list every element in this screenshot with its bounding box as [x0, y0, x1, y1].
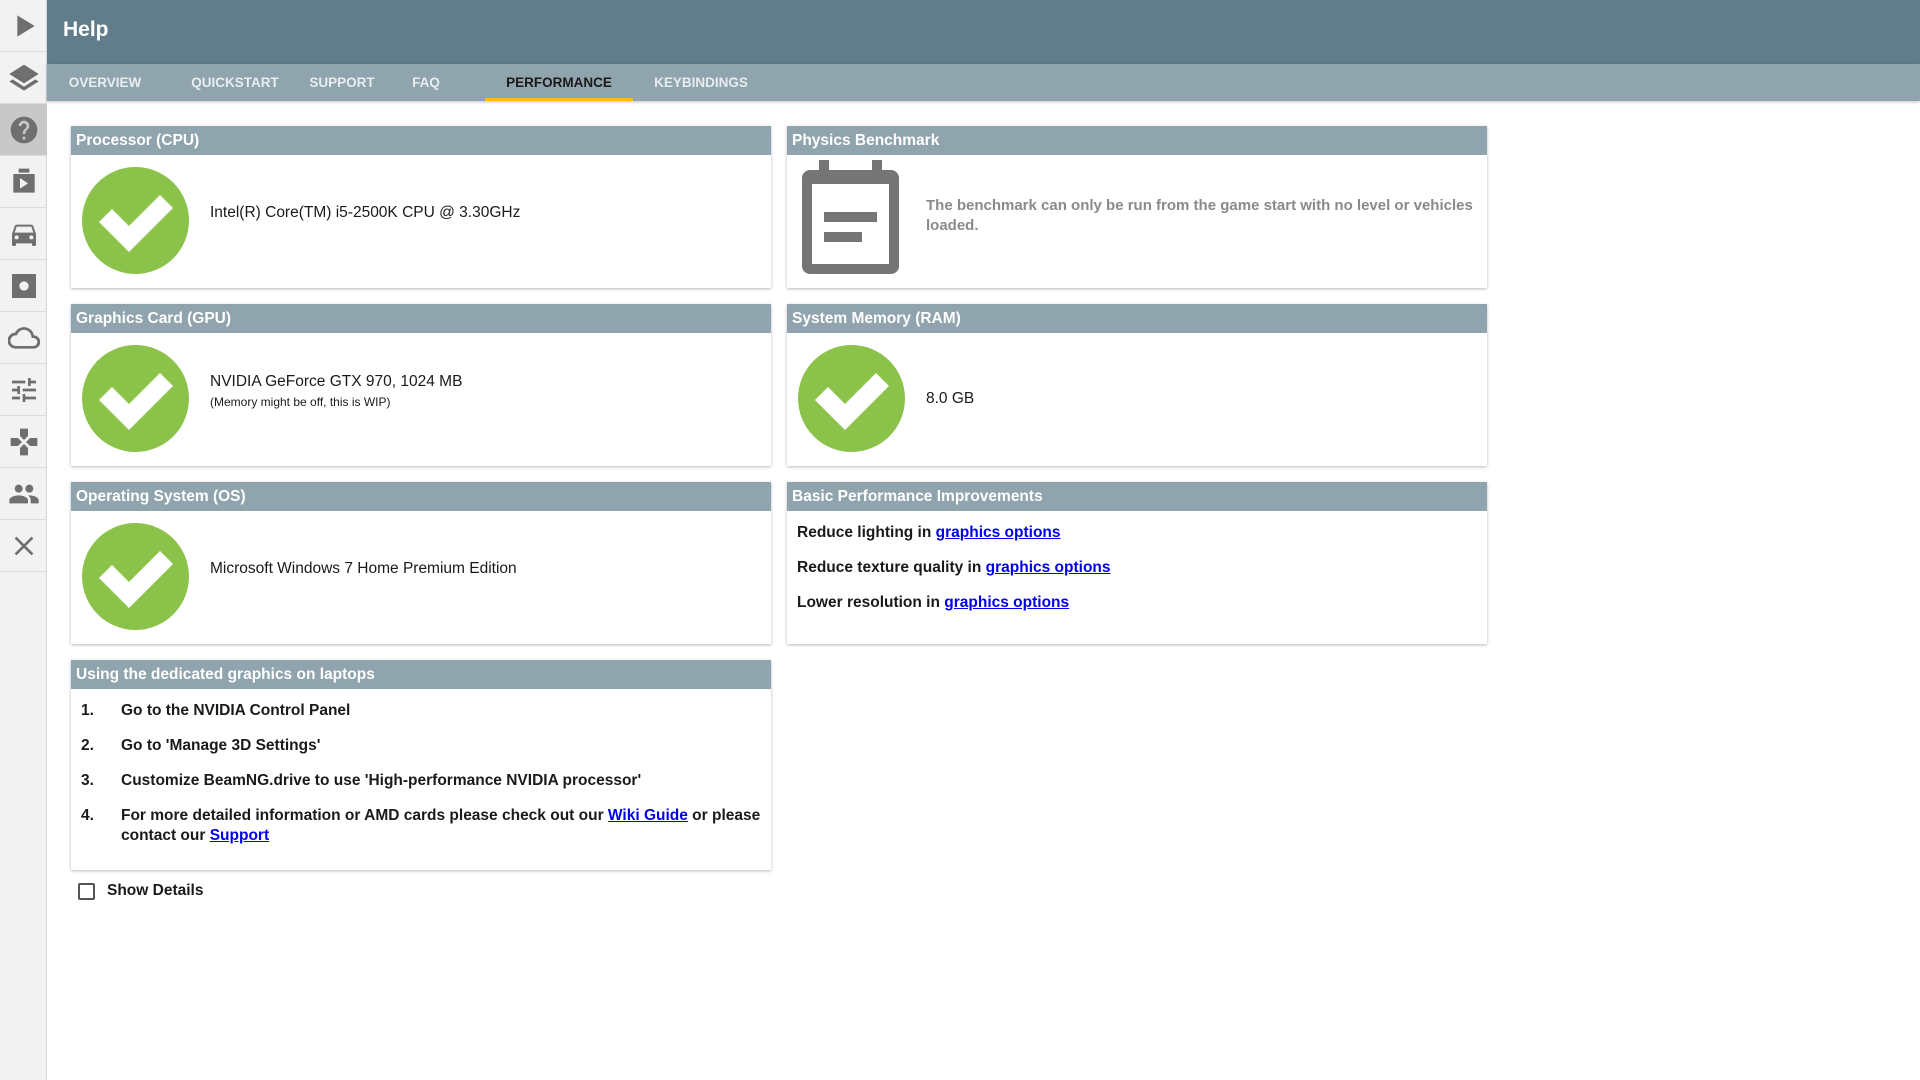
gpu-name: NVIDIA GeForce GTX 970, 1024 MB	[210, 373, 463, 390]
sidebar-item-video[interactable]	[0, 156, 47, 208]
list-item: 1. Go to the NVIDIA Control Panel	[81, 701, 761, 721]
improvement-text: Reduce lighting in	[797, 524, 936, 541]
gpu-value: NVIDIA GeForce GTX 970, 1024 MB (Memory …	[210, 373, 462, 409]
people-icon	[8, 484, 39, 503]
play-icon	[16, 14, 35, 37]
step-text: Go to 'Manage 3D Settings'	[121, 737, 321, 754]
layers-icon	[8, 64, 39, 91]
show-details-toggle[interactable]: Show Details	[78, 882, 203, 900]
clipboard-icon	[802, 160, 899, 274]
car-icon	[11, 224, 36, 246]
header-bar: Help	[47, 0, 1920, 64]
improvements-card: Basic Performance Improvements Reduce li…	[787, 482, 1487, 644]
sidebar-item-play[interactable]	[0, 0, 47, 52]
gamepad-icon	[10, 428, 37, 455]
video-icon	[12, 168, 35, 193]
sidebar-item-multiplayer[interactable]	[0, 468, 47, 520]
sidebar-item-controls[interactable]	[0, 416, 47, 468]
show-details-checkbox[interactable]	[78, 882, 95, 900]
cpu-card: Processor (CPU) Intel(R) Core(TM) i5-250…	[71, 126, 771, 288]
improvement-text: Reduce texture quality in	[797, 559, 986, 576]
help-icon	[10, 116, 37, 143]
sliders-icon	[11, 377, 36, 402]
close-icon	[14, 536, 33, 555]
list-item: 3. Customize BeamNG.drive to use 'High-p…	[81, 771, 761, 791]
os-card: Operating System (OS) Microsoft Windows …	[71, 482, 771, 644]
check-icon	[82, 167, 189, 274]
graphics-options-link[interactable]: graphics options	[936, 524, 1061, 541]
graphics-options-link[interactable]: graphics options	[986, 559, 1111, 576]
cpu-card-title: Processor (CPU)	[71, 126, 771, 155]
sidebar-item-close[interactable]	[0, 520, 47, 572]
step-number: 2.	[81, 737, 94, 754]
tab-support[interactable]: SUPPORT	[302, 64, 382, 101]
os-card-title: Operating System (OS)	[71, 482, 771, 511]
laptops-card: Using the dedicated graphics on laptops …	[71, 660, 771, 870]
improvement-resolution: Lower resolution in graphics options	[797, 594, 1069, 612]
step-number: 3.	[81, 772, 94, 789]
settings-icon	[11, 273, 36, 298]
improvement-lighting: Reduce lighting in graphics options	[797, 524, 1061, 542]
sidebar-item-cloud[interactable]	[0, 312, 47, 364]
gpu-card-title: Graphics Card (GPU)	[71, 304, 771, 333]
ram-card: System Memory (RAM) 8.0 GB	[787, 304, 1487, 466]
tab-keybindings[interactable]: KEYBINDINGS	[645, 64, 757, 101]
ram-card-title: System Memory (RAM)	[787, 304, 1487, 333]
support-link[interactable]: Support	[210, 827, 269, 844]
benchmark-card-title: Physics Benchmark	[787, 126, 1487, 155]
gpu-note: (Memory might be off, this is WIP)	[210, 395, 391, 409]
tab-performance[interactable]: PERFORMANCE	[485, 64, 633, 101]
gpu-card: Graphics Card (GPU) NVIDIA GeForce GTX 9…	[71, 304, 771, 466]
tab-faq[interactable]: FAQ	[403, 64, 449, 101]
check-icon	[82, 523, 189, 630]
ram-value: 8.0 GB	[926, 390, 975, 407]
sidebar-item-settings[interactable]	[0, 260, 47, 312]
laptops-card-title: Using the dedicated graphics on laptops	[71, 660, 771, 689]
step-number: 4.	[81, 807, 94, 824]
sidebar-item-options[interactable]	[0, 364, 47, 416]
improvements-card-title: Basic Performance Improvements	[787, 482, 1487, 511]
benchmark-card: Physics Benchmark The benchmark can only…	[787, 126, 1487, 288]
sidebar-item-layers[interactable]	[0, 52, 47, 104]
tab-overview[interactable]: OVERVIEW	[47, 64, 163, 101]
tab-bar: OVERVIEW QUICKSTART SUPPORT FAQ PERFORMA…	[47, 64, 1920, 101]
improvement-texture: Reduce texture quality in graphics optio…	[797, 559, 1111, 577]
graphics-options-link[interactable]: graphics options	[944, 594, 1069, 611]
check-icon	[798, 345, 905, 452]
tab-quickstart[interactable]: QUICKSTART	[181, 64, 289, 101]
sidebar	[0, 0, 47, 1080]
show-details-label: Show Details	[107, 882, 204, 899]
cloud-icon	[7, 326, 40, 349]
sidebar-item-help[interactable]	[0, 104, 47, 156]
step-number: 1.	[81, 702, 94, 719]
step-text-part: For more detailed information or AMD car…	[121, 807, 608, 824]
list-item: 2. Go to 'Manage 3D Settings'	[81, 736, 761, 756]
step-text: Customize BeamNG.drive to use 'High-perf…	[121, 772, 642, 789]
step-text: Go to the NVIDIA Control Panel	[121, 702, 351, 719]
check-icon	[82, 345, 189, 452]
step-text: For more detailed information or AMD car…	[121, 806, 761, 846]
list-item: 4. For more detailed information or AMD …	[81, 806, 761, 850]
page-title: Help	[63, 18, 109, 41]
os-value: Microsoft Windows 7 Home Premium Edition	[210, 560, 517, 577]
cpu-value: Intel(R) Core(TM) i5-2500K CPU @ 3.30GHz	[210, 204, 521, 221]
improvement-text: Lower resolution in	[797, 594, 945, 611]
benchmark-text: The benchmark can only be run from the g…	[926, 197, 1473, 234]
sidebar-item-vehicles[interactable]	[0, 208, 47, 260]
wiki-guide-link[interactable]: Wiki Guide	[608, 807, 688, 824]
